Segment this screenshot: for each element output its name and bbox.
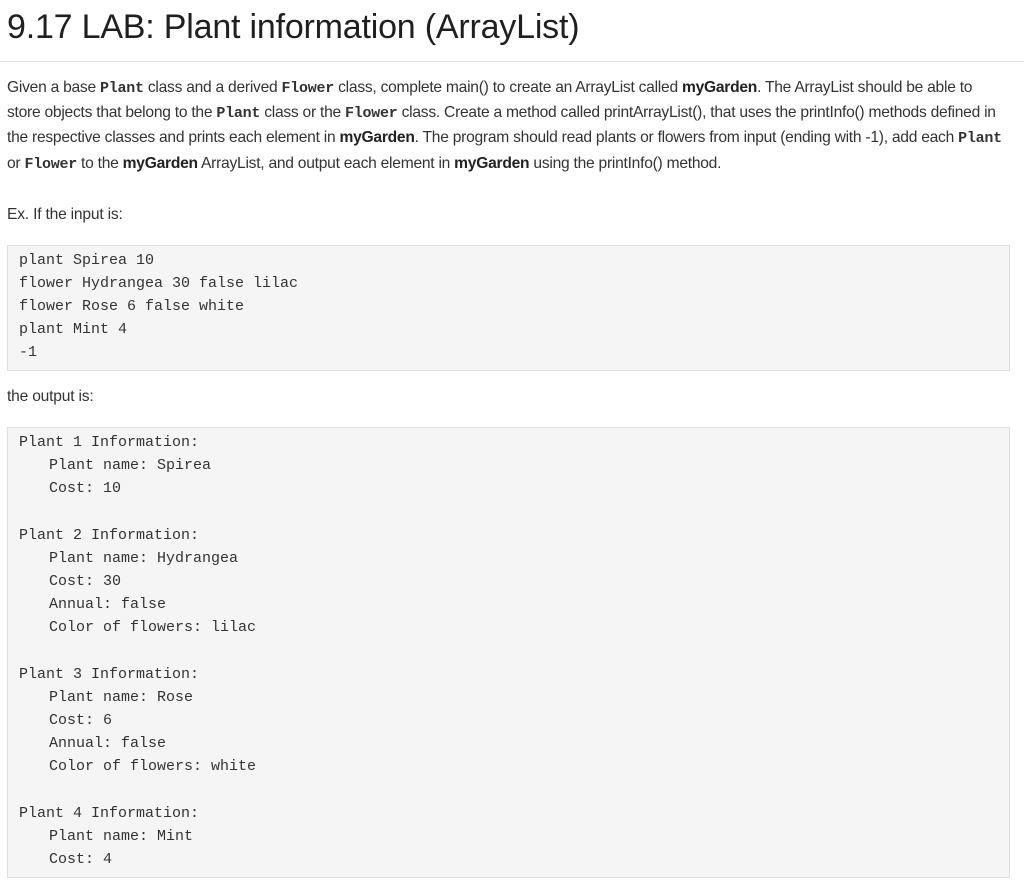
example-output-block: Plant 1 Information: Plant name: Spirea … bbox=[7, 427, 1010, 878]
description-text: using the printInfo() method. bbox=[529, 154, 722, 172]
code-plant: Plant bbox=[216, 105, 261, 123]
bold-mygarden: myGarden bbox=[122, 154, 198, 172]
code-flower: Flower bbox=[281, 80, 335, 97]
description-text: class and a derived bbox=[143, 79, 282, 96]
title-divider bbox=[0, 61, 1024, 62]
output-detail-line: Plant name: Mint bbox=[49, 828, 194, 845]
output-heading-line: Plant 3 Information: bbox=[19, 666, 200, 683]
output-detail-line: Annual: false bbox=[49, 596, 167, 613]
output-detail-line: Plant name: Rose bbox=[49, 689, 194, 706]
input-line: flower Hydrangea 30 false lilac bbox=[19, 275, 299, 292]
output-heading-line: Plant 2 Information: bbox=[19, 527, 200, 544]
input-line: plant Mint 4 bbox=[19, 321, 128, 338]
output-detail-line: Plant name: Hydrangea bbox=[49, 550, 239, 567]
example-input-label: Ex. If the input is: bbox=[7, 206, 123, 223]
output-detail-line: Cost: 6 bbox=[49, 712, 113, 729]
bold-mygarden: myGarden bbox=[339, 129, 415, 147]
input-line: -1 bbox=[19, 344, 38, 361]
output-detail-line: Color of flowers: white bbox=[49, 758, 257, 775]
description-text: or bbox=[7, 154, 25, 172]
example-output-label: the output is: bbox=[7, 388, 94, 405]
description-text: . The program should read plants or flow… bbox=[414, 129, 959, 147]
bold-mygarden: myGarden bbox=[681, 79, 758, 96]
code-flower: Flower bbox=[24, 155, 77, 173]
description-text: ArrayList, and output each element in bbox=[197, 154, 455, 172]
description-text: class or the bbox=[260, 104, 346, 122]
description-text: class, complete main() to create an Arra… bbox=[334, 79, 682, 96]
input-line: plant Spirea 10 bbox=[19, 252, 155, 269]
output-detail-line: Color of flowers: lilac bbox=[49, 619, 257, 636]
description-text: Given a base bbox=[7, 79, 100, 96]
output-detail-line: Cost: 30 bbox=[49, 573, 122, 590]
description-text: to the bbox=[76, 154, 123, 172]
output-detail-line: Plant name: Spirea bbox=[49, 457, 212, 474]
output-detail-line: Annual: false bbox=[49, 735, 167, 752]
page-title: 9.17 LAB: Plant information (ArrayList) bbox=[7, 8, 580, 46]
code-plant: Plant bbox=[99, 80, 144, 97]
bold-mygarden: myGarden bbox=[454, 154, 530, 172]
code-plant: Plant bbox=[958, 130, 1002, 148]
lab-description: Given a base Plant class and a derived F… bbox=[7, 76, 1007, 177]
output-heading-line: Plant 4 Information: bbox=[19, 805, 200, 822]
output-detail-line: Cost: 4 bbox=[49, 851, 113, 868]
output-heading-line: Plant 1 Information: bbox=[19, 434, 200, 451]
code-flower: Flower bbox=[345, 105, 398, 123]
output-detail-line: Cost: 10 bbox=[49, 480, 122, 497]
input-line: flower Rose 6 false white bbox=[19, 298, 245, 315]
example-input-block: plant Spirea 10 flower Hydrangea 30 fals… bbox=[7, 245, 1010, 371]
